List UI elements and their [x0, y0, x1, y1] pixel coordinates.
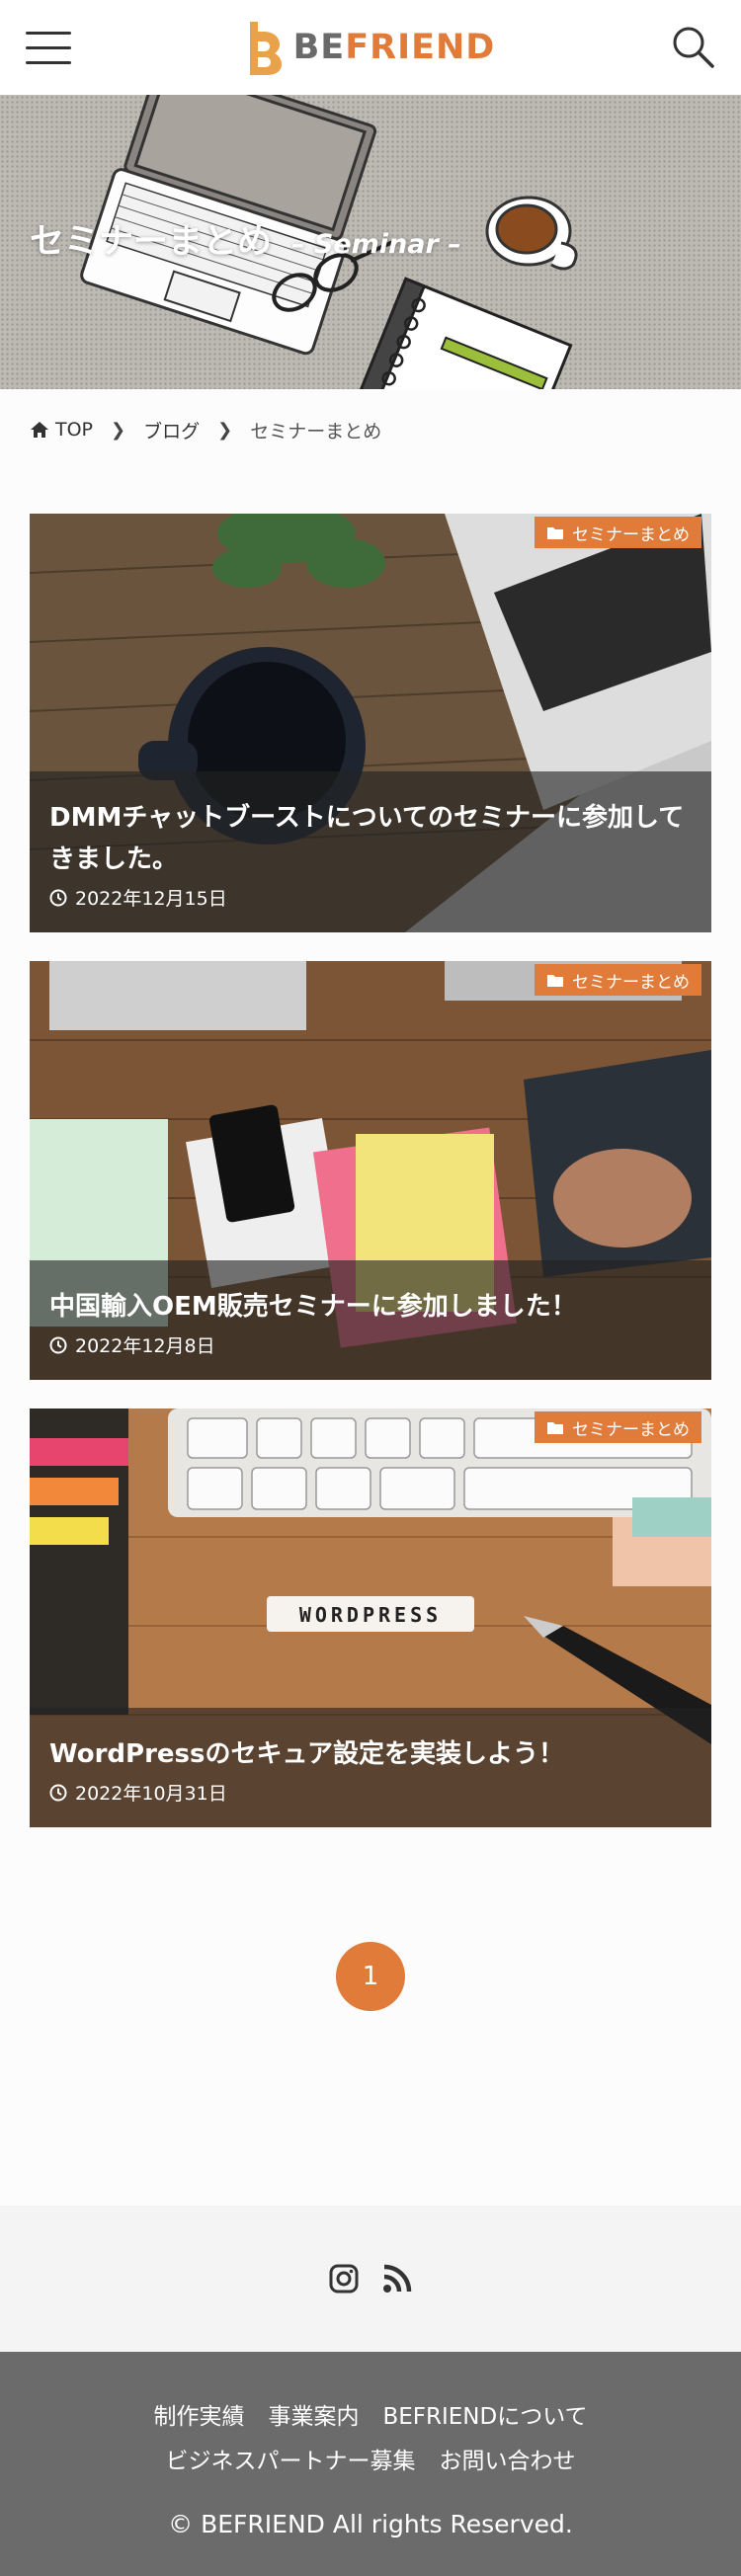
breadcrumb-blog[interactable]: ブログ — [143, 417, 200, 443]
logo-text-friend: FRIEND — [345, 28, 496, 67]
post-date: 2022年10月31日 — [75, 1783, 227, 1805]
clock-icon — [49, 889, 67, 906]
clock-icon — [49, 1784, 67, 1801]
footer-link-about[interactable]: BEFRIENDについて — [382, 2397, 587, 2431]
breadcrumb: TOP ❯ ブログ ❯ セミナーまとめ — [30, 415, 381, 444]
post-date: 2022年12月15日 — [75, 888, 227, 910]
post-card[interactable]: WORDPRESS セミナーまとめ WordPressのセキュア設定を実装しよう… — [30, 1409, 711, 1827]
category-label: セミナーまとめ — [572, 1419, 690, 1440]
svg-text:WORDPRESS: WORDPRESS — [299, 1603, 442, 1627]
post-title[interactable]: WordPressのセキュア設定を実装しよう！ — [49, 1733, 692, 1775]
chevron-right-icon: ❯ — [217, 419, 233, 441]
logo-mark-icon — [249, 22, 282, 75]
footer-link-partners[interactable]: ビジネスパートナー募集 — [166, 2442, 416, 2475]
folder-icon — [547, 1421, 563, 1434]
post-card[interactable]: セミナーまとめ DMMチャットブーストについてのセミナーに参加してきました。 2… — [30, 514, 711, 932]
folder-icon — [547, 526, 563, 539]
social-links — [0, 2206, 741, 2352]
category-label: セミナーまとめ — [572, 972, 690, 993]
search-icon[interactable] — [670, 24, 715, 69]
category-badge[interactable]: セミナーまとめ — [535, 517, 701, 548]
folder-icon — [547, 974, 563, 987]
breadcrumb-label: TOP — [55, 419, 94, 441]
instagram-icon[interactable] — [328, 2263, 360, 2294]
page-subtitle: – Seminar – — [291, 229, 461, 260]
category-badge[interactable]: セミナーまとめ — [535, 1411, 701, 1443]
home-icon — [31, 422, 48, 438]
site-header: BEFRIEND — [0, 0, 741, 95]
category-label: セミナーまとめ — [572, 524, 690, 545]
page-hero: セミナーまとめ – Seminar – — [0, 95, 741, 389]
site-footer: 制作実績 事業案内 BEFRIENDについて ビジネスパートナー募集 お問い合わ… — [0, 2352, 741, 2576]
site-logo[interactable]: BEFRIEND — [246, 20, 496, 75]
pagination-current-page[interactable]: 1 — [336, 1942, 405, 2011]
post-info: DMMチャットブーストについてのセミナーに参加してきました。 2022年12月1… — [30, 771, 711, 932]
clock-icon — [49, 1336, 67, 1353]
footer-link-contact[interactable]: お問い合わせ — [440, 2442, 576, 2475]
post-date: 2022年12月8日 — [75, 1335, 215, 1357]
post-info: WordPressのセキュア設定を実装しよう！ 2022年10月31日 — [30, 1708, 711, 1827]
menu-icon[interactable] — [26, 30, 71, 65]
rss-icon[interactable] — [381, 2263, 413, 2294]
chevron-right-icon: ❯ — [111, 419, 126, 441]
breadcrumb-label: ブログ — [143, 420, 201, 443]
page-title: セミナーまとめ — [30, 222, 273, 262]
footer-nav: 制作実績 事業案内 BEFRIENDについて — [0, 2397, 741, 2431]
footer-link-services[interactable]: 事業案内 — [268, 2397, 359, 2431]
post-title[interactable]: DMMチャットブーストについてのセミナーに参加してきました。 — [49, 797, 692, 880]
footer-link-works[interactable]: 制作実績 — [153, 2397, 244, 2431]
breadcrumb-home[interactable]: TOP — [30, 419, 93, 441]
copyright: © BEFRIEND All rights Reserved. — [168, 2510, 573, 2538]
category-badge[interactable]: セミナーまとめ — [535, 964, 701, 996]
logo-text-be: BE — [292, 28, 346, 67]
breadcrumb-current: セミナーまとめ — [250, 420, 382, 443]
post-title[interactable]: 中国輸入OEM販売セミナーに参加しました！ — [49, 1286, 692, 1328]
post-card[interactable]: セミナーまとめ 中国輸入OEM販売セミナーに参加しました！ 2022年12月8日 — [30, 961, 711, 1380]
post-info: 中国輸入OEM販売セミナーに参加しました！ 2022年12月8日 — [30, 1260, 711, 1380]
footer-nav: ビジネスパートナー募集 お問い合わせ — [0, 2442, 741, 2475]
